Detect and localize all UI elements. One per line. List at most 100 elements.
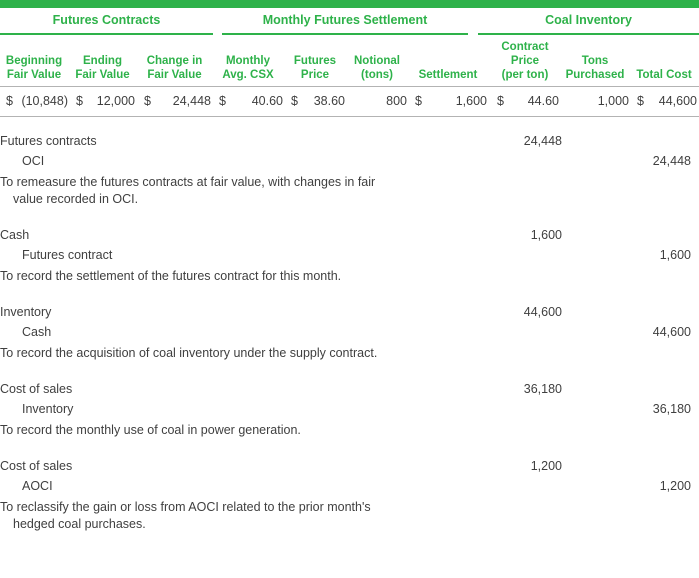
journal-entry: Futures contracts 24,448 OCI 24,448 To r… xyxy=(0,131,699,208)
column-header-change-in-fair-value: Change in Fair Value xyxy=(138,54,213,82)
journal-entry-debit-account: Cash xyxy=(0,225,452,245)
group-gap-2 xyxy=(468,13,478,35)
journal-entry-description-line: To record the monthly use of coal in pow… xyxy=(0,423,301,437)
journal-entry-debit-amount: 24,448 xyxy=(452,131,562,151)
cell-tons-purchased: 1,000 xyxy=(561,94,631,109)
journal-entry-credit-amount: 36,180 xyxy=(562,399,699,419)
currency-symbol: $ xyxy=(631,94,644,109)
journal-entry-debit-account: Inventory xyxy=(0,302,452,322)
column-header-tons-purchased: Tons Purchased xyxy=(561,54,631,82)
cell-value: 1,600 xyxy=(456,94,487,109)
journal-entry-credit-line: Cash 44,600 xyxy=(0,322,699,342)
colhead-line: Total Cost xyxy=(631,68,697,82)
cell-value: 38.60 xyxy=(314,94,345,109)
journal-entry-debit-account: Cost of sales xyxy=(0,456,452,476)
group-gap-1 xyxy=(213,13,222,35)
journal-entry-description: To record the acquisition of coal invent… xyxy=(0,342,470,362)
column-header-beginning-fair-value: Beginning Fair Value xyxy=(0,54,70,82)
cell-change-in-fair-value: $ 24,448 xyxy=(138,94,213,109)
currency-symbol: $ xyxy=(285,94,298,109)
journal-entry-credit-line: Inventory 36,180 xyxy=(0,399,699,419)
colhead-line: Fair Value xyxy=(138,68,211,82)
journal-entry-description: To record the settlement of the futures … xyxy=(0,265,470,285)
colhead-line: Notional xyxy=(347,54,407,68)
colhead-line: Price xyxy=(491,54,559,68)
group-header-monthly-futures-settlement: Monthly Futures Settlement xyxy=(222,13,468,35)
journal-entry-credit-amount: 1,600 xyxy=(562,245,699,265)
journal-entry-credit-line: OCI 24,448 xyxy=(0,151,699,171)
colhead-line: Tons xyxy=(561,54,629,68)
colhead-line: Contract xyxy=(491,40,559,54)
journal-entry-description-line: To record the settlement of the futures … xyxy=(0,269,341,283)
journal-entry-description-line: To reclassify the gain or loss from AOCI… xyxy=(0,500,371,514)
cell-monthly-avg-csx: $ 40.60 xyxy=(213,94,285,109)
journal-entry-credit-account: Inventory xyxy=(0,399,452,419)
journal-entry-description-line: hedged coal purchases. xyxy=(0,516,470,533)
cell-ending-fair-value: $ 12,000 xyxy=(70,94,138,109)
cell-value: 24,448 xyxy=(173,94,211,109)
colhead-line: Price xyxy=(285,68,345,82)
colhead-line: (per ton) xyxy=(491,68,559,82)
cell-contract-price: $ 44.60 xyxy=(491,94,561,109)
group-header-futures-contracts: Futures Contracts xyxy=(0,13,213,35)
journal-entry-debit-line: Cash 1,600 xyxy=(0,225,699,245)
cell-value: 44,600 xyxy=(659,94,697,109)
accounting-table-page: Futures Contracts Monthly Futures Settle… xyxy=(0,0,699,578)
column-header-futures-price: Futures Price xyxy=(285,54,347,82)
colhead-line: Ending xyxy=(70,54,135,68)
top-accent-band xyxy=(0,0,699,8)
journal-entry-debit-account: Futures contracts xyxy=(0,131,452,151)
cell-settlement: $ 1,600 xyxy=(409,94,491,109)
journal-entry-debit-amount: 44,600 xyxy=(452,302,562,322)
group-header-row: Futures Contracts Monthly Futures Settle… xyxy=(0,13,699,35)
cell-total-cost: $ 44,600 xyxy=(631,94,699,109)
column-header-total-cost: Total Cost xyxy=(631,68,699,82)
colhead-line: Fair Value xyxy=(70,68,135,82)
currency-symbol: $ xyxy=(491,94,504,109)
journal-entry-credit-line: Futures contract 1,600 xyxy=(0,245,699,265)
journal-entry-debit-amount: 1,600 xyxy=(452,225,562,245)
journal-entry-credit-account: AOCI xyxy=(0,476,452,496)
colhead-line: Avg. CSX xyxy=(213,68,283,82)
journal-entry-credit-account: OCI xyxy=(0,151,452,171)
group-header-coal-inventory: Coal Inventory xyxy=(478,13,699,35)
cell-value: 12,000 xyxy=(97,94,135,109)
journal-entry-debit-line: Cost of sales 36,180 xyxy=(0,379,699,399)
cell-value: 40.60 xyxy=(252,94,283,109)
colhead-line: Monthly xyxy=(213,54,283,68)
colhead-line: Purchased xyxy=(561,68,629,82)
journal-entry-credit-account: Cash xyxy=(0,322,452,342)
journal-entry-credit-account: Futures contract xyxy=(0,245,452,265)
colhead-line: Fair Value xyxy=(0,68,68,82)
journal-entry-debit-line: Inventory 44,600 xyxy=(0,302,699,322)
table-row: $ (10,848) $ 12,000 $ 24,448 $ 40.60 $ 3… xyxy=(0,87,699,117)
colhead-line: Beginning xyxy=(0,54,68,68)
currency-symbol: $ xyxy=(0,94,13,109)
cell-notional-tons: 800 xyxy=(347,94,409,109)
colhead-line: Settlement xyxy=(409,68,487,82)
journal-entry-description-line: To record the acquisition of coal invent… xyxy=(0,346,377,360)
journal-entry-description: To record the monthly use of coal in pow… xyxy=(0,419,470,439)
journal-entry-description-line: value recorded in OCI. xyxy=(0,191,470,208)
colhead-line: (tons) xyxy=(347,68,407,82)
column-header-row: Beginning Fair Value Ending Fair Value C… xyxy=(0,40,699,87)
journal-entry-debit-line: Futures contracts 24,448 xyxy=(0,131,699,151)
column-header-ending-fair-value: Ending Fair Value xyxy=(70,54,138,82)
column-header-notional-tons: Notional (tons) xyxy=(347,54,409,82)
cell-beginning-fair-value: $ (10,848) xyxy=(0,94,70,109)
currency-symbol: $ xyxy=(213,94,226,109)
cell-value: (10,848) xyxy=(21,94,68,109)
journal-entry: Cost of sales 1,200 AOCI 1,200 To reclas… xyxy=(0,456,699,533)
colhead-line: Futures xyxy=(285,54,345,68)
column-header-contract-price-per-ton: Contract Price (per ton) xyxy=(491,40,561,82)
cell-futures-price: $ 38.60 xyxy=(285,94,347,109)
cell-value: 44.60 xyxy=(528,94,559,109)
journal-entry-description-line: To remeasure the futures contracts at fa… xyxy=(0,175,375,189)
journal-entry-credit-amount: 1,200 xyxy=(562,476,699,496)
currency-symbol: $ xyxy=(409,94,422,109)
journal-entry: Inventory 44,600 Cash 44,600 To record t… xyxy=(0,302,699,362)
currency-symbol: $ xyxy=(70,94,83,109)
colhead-line: Change in xyxy=(138,54,211,68)
journal-entry-debit-line: Cost of sales 1,200 xyxy=(0,456,699,476)
journal-entry-credit-amount: 44,600 xyxy=(562,322,699,342)
